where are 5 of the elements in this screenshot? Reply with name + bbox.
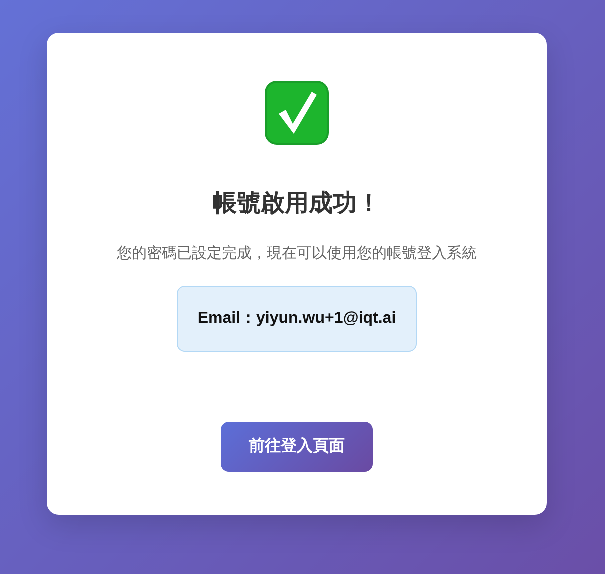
email-display: Email：yiyun.wu+1@iqt.ai <box>176 286 418 352</box>
go-to-login-button[interactable]: 前往登入頁面 <box>221 422 373 472</box>
success-message: 您的密碼已設定完成，現在可以使用您的帳號登入系統 <box>117 244 477 264</box>
check-mark-icon <box>264 80 330 146</box>
success-title: 帳號啟用成功！ <box>213 190 381 219</box>
